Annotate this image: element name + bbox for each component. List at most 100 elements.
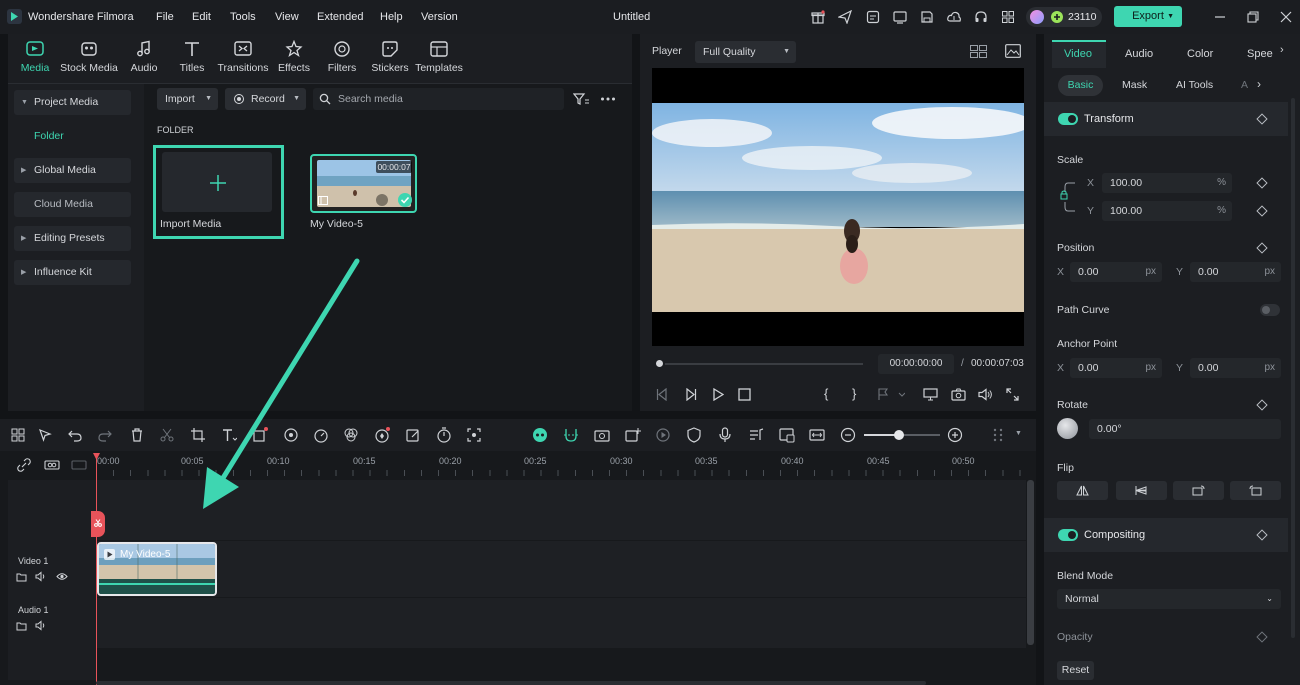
position-x-field[interactable]: 0.00 px: [1070, 262, 1162, 282]
folder-lock-icon[interactable]: [16, 571, 27, 582]
menu-view[interactable]: View: [275, 11, 299, 23]
cloud-upload-icon[interactable]: [947, 10, 961, 24]
subtab-basic[interactable]: Basic: [1058, 75, 1103, 96]
volume-icon[interactable]: [978, 388, 993, 401]
sidebar-item-cloud-media[interactable]: Cloud Media: [14, 192, 131, 217]
eye-icon[interactable]: [56, 571, 68, 582]
timeline-horizontal-scrollbar[interactable]: [96, 681, 926, 685]
gift-icon[interactable]: [811, 10, 825, 24]
flip-horizontal-button[interactable]: [1057, 481, 1108, 500]
tab-media[interactable]: Media: [4, 40, 66, 74]
media-clip-card[interactable]: 00:00:07: [310, 154, 417, 213]
scene-detect-icon[interactable]: [594, 427, 610, 443]
fit-timeline-icon[interactable]: [809, 427, 825, 443]
previous-frame-icon[interactable]: [655, 388, 669, 401]
audio-mix-icon[interactable]: [748, 427, 764, 443]
link-scale-icon[interactable]: [1060, 180, 1076, 214]
marker-dropdown-icon[interactable]: [877, 388, 905, 401]
grid-view-icon[interactable]: [970, 45, 987, 58]
menu-edit[interactable]: Edit: [192, 11, 211, 23]
menu-help[interactable]: Help: [380, 11, 403, 23]
motion-track-icon[interactable]: [466, 427, 482, 443]
track-settings-icon[interactable]: [44, 458, 60, 472]
fullscreen-icon[interactable]: [1006, 388, 1019, 401]
grid-apps-icon[interactable]: [1001, 10, 1015, 24]
next-frame-icon[interactable]: [684, 388, 698, 401]
path-curve-toggle[interactable]: [1260, 304, 1280, 316]
screen-icon[interactable]: [893, 10, 907, 24]
undo-icon[interactable]: [67, 427, 83, 443]
edit-image-icon[interactable]: [405, 427, 421, 443]
sidebar-item-influence-kit[interactable]: ▶ Influence Kit: [14, 260, 131, 285]
timeline-vertical-scrollbar[interactable]: [1027, 480, 1034, 645]
import-media-card[interactable]: Import Media: [153, 145, 284, 239]
sidebar-item-folder[interactable]: Folder: [34, 130, 64, 142]
playhead-line[interactable]: [96, 454, 97, 685]
export-button[interactable]: Export ▼: [1114, 6, 1182, 27]
redo-icon[interactable]: [97, 427, 113, 443]
tab-audio-props[interactable]: Audio: [1125, 48, 1153, 60]
grid-menu-icon[interactable]: [991, 427, 1007, 443]
mark-in-icon[interactable]: {: [824, 386, 828, 401]
layout-icon[interactable]: [10, 427, 26, 443]
headset-icon[interactable]: [974, 10, 988, 24]
current-time-field[interactable]: 00:00:00:00: [878, 354, 954, 374]
quality-dropdown[interactable]: Full Quality ▼: [695, 41, 796, 63]
sidebar-item-global-media[interactable]: ▶ Global Media: [14, 158, 131, 183]
mark-out-icon[interactable]: }: [852, 386, 856, 401]
split-scissors-icon[interactable]: [159, 427, 175, 443]
subtab-mask[interactable]: Mask: [1122, 79, 1147, 91]
snapshot-image-icon[interactable]: [1005, 44, 1021, 58]
properties-scrollbar[interactable]: [1291, 98, 1295, 638]
rotate-field[interactable]: 0.00°: [1089, 419, 1281, 439]
reset-button[interactable]: Reset: [1057, 661, 1094, 680]
zoom-out-icon[interactable]: [840, 427, 856, 443]
tab-stock-media[interactable]: Stock Media: [58, 40, 120, 74]
display-icon[interactable]: [923, 388, 938, 401]
more-options-icon[interactable]: [600, 92, 616, 106]
tab-speed[interactable]: Speed: [1247, 48, 1273, 60]
sidebar-item-project-media[interactable]: ▼ Project Media: [14, 90, 131, 115]
playback-scrubber-handle[interactable]: [654, 358, 665, 369]
rotate-right-button[interactable]: [1230, 481, 1281, 500]
filter-sort-icon[interactable]: [573, 92, 589, 106]
record-dropdown[interactable]: Record ▼: [225, 88, 306, 110]
save-icon[interactable]: [920, 10, 934, 24]
play-range-icon[interactable]: [655, 427, 671, 443]
auto-ai-icon[interactable]: [532, 427, 548, 443]
transform-toggle[interactable]: [1058, 113, 1078, 125]
scale-x-field[interactable]: 100.00 %: [1102, 173, 1232, 193]
microphone-icon[interactable]: [717, 427, 733, 443]
menu-tools[interactable]: Tools: [230, 11, 256, 23]
anchor-x-field[interactable]: 0.00 px: [1070, 358, 1162, 378]
delete-icon[interactable]: [129, 427, 145, 443]
snap-magnet-icon[interactable]: [563, 427, 579, 443]
minimize-icon[interactable]: [1214, 10, 1226, 24]
rotate-dial[interactable]: [1057, 418, 1078, 439]
flip-vertical-button[interactable]: [1116, 481, 1167, 500]
stop-icon[interactable]: [738, 388, 751, 401]
search-input[interactable]: Search media: [313, 88, 564, 110]
subtab-more[interactable]: A: [1241, 79, 1248, 91]
sidebar-item-editing-presets[interactable]: ▶ Editing Presets: [14, 226, 131, 251]
menu-version[interactable]: Version: [421, 11, 458, 23]
zoom-slider-handle[interactable]: [894, 430, 904, 440]
picture-in-picture-icon[interactable]: [779, 427, 795, 443]
timeline-video-clip[interactable]: My Video-5: [97, 542, 217, 596]
volume-icon[interactable]: [35, 620, 47, 631]
scale-y-field[interactable]: 100.00 %: [1102, 201, 1232, 221]
position-y-field[interactable]: 0.00 px: [1190, 262, 1281, 282]
volume-icon[interactable]: [35, 571, 47, 582]
zoom-in-icon[interactable]: [947, 427, 963, 443]
chevron-right-icon[interactable]: ›: [1257, 77, 1261, 91]
menu-extended[interactable]: Extended: [317, 11, 363, 23]
credits-badge[interactable]: 23110: [1026, 7, 1102, 27]
playback-progress-track[interactable]: [659, 363, 863, 365]
anchor-y-field[interactable]: 0.00 px: [1190, 358, 1281, 378]
add-media-icon[interactable]: [625, 427, 641, 443]
timer-icon[interactable]: [436, 427, 452, 443]
blend-mode-dropdown[interactable]: Normal ⌄: [1057, 589, 1281, 609]
template-icon[interactable]: [866, 10, 880, 24]
tab-color[interactable]: Color: [1187, 48, 1213, 60]
chevron-down-icon[interactable]: ▼: [1015, 430, 1022, 437]
